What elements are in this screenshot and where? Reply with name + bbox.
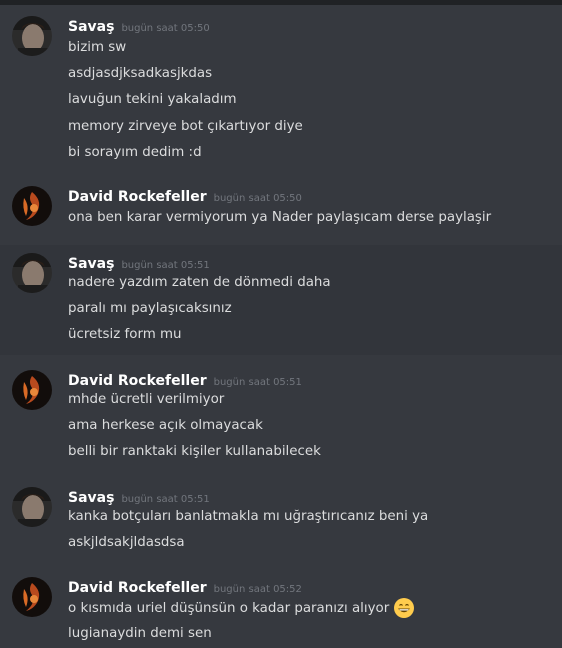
message-text: asdjasdjksadkasjkdas [68, 66, 213, 81]
grinning-smile-emoji-icon [393, 597, 415, 619]
message-header: Savaş bugün saat 05:50 [68, 16, 210, 36]
message-text: ona ben karar vermiyorum ya Nader paylaş… [68, 210, 492, 225]
message-header: Savaş bugün saat 05:51 [68, 253, 210, 273]
message-group: Savaş bugün saat 05:50 bizim sw asdjasdjk… [0, 16, 562, 176]
message-text: mhde ücretli verilmiyor [68, 392, 225, 407]
message-header: David Rockefeller bugün saat 05:52 [68, 577, 302, 597]
username[interactable]: Savaş [68, 19, 114, 35]
message-text: lugianaydin demi sen [68, 626, 212, 641]
message-text: ama herkese açık olmayacak [68, 418, 263, 433]
message-header: David Rockefeller bugün saat 05:50 [68, 186, 302, 206]
timestamp: bugün saat 05:52 [213, 584, 302, 595]
message-header: David Rockefeller bugün saat 05:51 [68, 370, 302, 390]
message-text: askjldsakjldasdsa [68, 535, 185, 550]
message-text: bizim sw [68, 40, 127, 55]
timestamp: bugün saat 05:51 [213, 377, 302, 388]
message-group: David Rockefeller bugün saat 05:51 mhde ü… [0, 370, 562, 470]
user-avatar-savas[interactable] [12, 253, 52, 293]
message-text: ücretsiz form mu [68, 327, 182, 342]
message-group: Savaş bugün saat 05:51 nadere yazdım zate… [0, 245, 562, 355]
user-avatar-savas[interactable] [12, 16, 52, 56]
message-text: memory zirveye bot çıkartıyor diye [68, 119, 303, 134]
message-text: bi sorayım dedim :d [68, 145, 202, 160]
username[interactable]: David Rockefeller [68, 189, 207, 205]
message-text: kanka botçuları banlatmakla mı uğraştırı… [68, 509, 429, 524]
user-avatar-david[interactable] [12, 370, 52, 410]
user-avatar-david[interactable] [12, 577, 52, 617]
message-text: paralı mı paylaşıcaksınız [68, 301, 232, 316]
message-header: Savaş bugün saat 05:51 [68, 487, 210, 507]
timestamp: bugün saat 05:50 [121, 23, 210, 34]
message-text: nadere yazdım zaten de dönmedi daha [68, 275, 331, 290]
message-text: lavuğun tekini yakaladım [68, 92, 237, 107]
user-avatar-david[interactable] [12, 186, 52, 226]
timestamp: bugün saat 05:51 [121, 260, 210, 271]
username[interactable]: Savaş [68, 490, 114, 506]
top-bar [0, 0, 562, 5]
message-text: o kısmıda uriel düşünsün o kadar paranız… [68, 597, 415, 619]
username[interactable]: David Rockefeller [68, 373, 207, 389]
message-group: David Rockefeller bugün saat 05:52 o kısm… [0, 577, 562, 648]
timestamp: bugün saat 05:50 [213, 193, 302, 204]
message-text: belli bir ranktaki kişiler kullanabilece… [68, 444, 321, 459]
timestamp: bugün saat 05:51 [121, 494, 210, 505]
message-group: David Rockefeller bugün saat 05:50 ona be… [0, 186, 562, 236]
message-text-content: o kısmıda uriel düşünsün o kadar paranız… [68, 601, 390, 616]
username[interactable]: David Rockefeller [68, 580, 207, 596]
username[interactable]: Savaş [68, 256, 114, 272]
user-avatar-savas[interactable] [12, 487, 52, 527]
message-group: Savaş bugün saat 05:51 kanka botçuları ba… [0, 487, 562, 557]
